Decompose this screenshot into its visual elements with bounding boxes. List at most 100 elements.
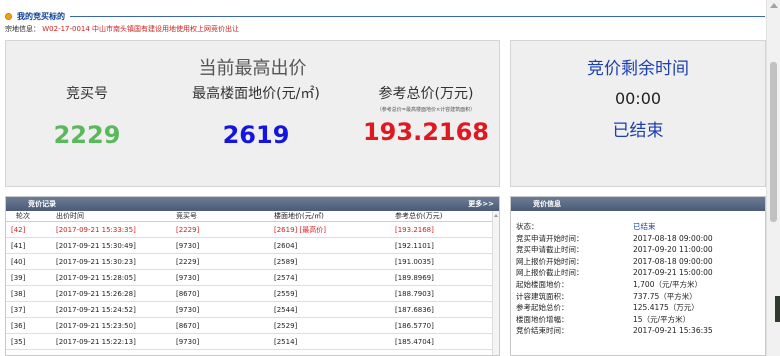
info-row: 竞买申请截止时间： 2017-09-20 11:00:00 bbox=[516, 244, 761, 256]
current-highest-bid-panel: 当前最高出价 竞买号 2229 最高楼面地价(元/㎡) 2619 参考总价(万元… bbox=[5, 40, 500, 187]
bid-number-value: 2229 bbox=[53, 121, 121, 149]
bid-records-panel: 竞价记录 更多>> 轮次 出价时间 竞买号 楼面地价(元/㎡) 参考总价(万元)… bbox=[5, 196, 500, 356]
more-records-link[interactable]: 更多>> bbox=[468, 197, 494, 211]
info-row: 楼面地价增幅： 15（元/平方米） bbox=[516, 314, 761, 326]
info-value: 125.4175（万元） bbox=[633, 303, 699, 313]
cell-floor-price: [2544] bbox=[274, 306, 298, 314]
table-row: [36] [2017-09-21 15:23:50] [8670] [2529] [18… bbox=[6, 318, 494, 334]
cell-time: [2017-09-21 15:30:49] bbox=[56, 242, 136, 250]
info-value: 2017-08-18 09:00:00 bbox=[633, 256, 713, 266]
info-value: 737.75（平方米） bbox=[633, 291, 697, 301]
subject-info: 宗地信息： W02-17-0014 中山市南头镇国有建设用地使用权上网竞价出让 bbox=[5, 24, 239, 34]
info-row: 起始楼面地价： 1,700（元/平方米） bbox=[516, 279, 761, 291]
section-title-bar: 我的竞买标的 bbox=[5, 11, 765, 22]
info-value: 2017-09-21 15:00:00 bbox=[633, 268, 713, 278]
cell-total: [188.7903] bbox=[395, 290, 434, 298]
cell-time: [2017-09-21 15:28:05] bbox=[56, 274, 136, 282]
cell-floor-price: [2559] bbox=[274, 290, 298, 298]
cell-round: [36] bbox=[11, 322, 26, 330]
col-header-round: 轮次 bbox=[16, 212, 30, 220]
cell-round: [37] bbox=[11, 306, 26, 314]
floor-price-value: 2619 bbox=[222, 121, 290, 149]
cell-total: [187.6836] bbox=[395, 306, 434, 314]
table-row: [37] [2017-09-21 15:24:52] [9730] [2544] [18… bbox=[6, 302, 494, 318]
cell-round: [40] bbox=[11, 258, 26, 266]
auction-status: 已结束 bbox=[612, 121, 664, 141]
info-row: 状态： 已结束 bbox=[516, 221, 761, 233]
info-key: 网上报价截止时间： bbox=[516, 268, 584, 278]
table-header-row: 轮次 出价时间 竞买号 楼面地价(元/㎡) 参考总价(万元) bbox=[6, 211, 494, 222]
info-row: 参考起始总价： 125.4175（万元） bbox=[516, 302, 761, 314]
bid-records-title: 竞价记录 bbox=[28, 200, 56, 208]
info-key: 参考起始总价： bbox=[516, 303, 569, 313]
cell-floor-price: [2619] [最高价] bbox=[274, 226, 326, 234]
info-key: 竞买申请截止时间： bbox=[516, 245, 584, 255]
cell-bid-no: [2229] bbox=[176, 258, 200, 266]
bid-records-table: 轮次 出价时间 竞买号 楼面地价(元/㎡) 参考总价(万元) [42] [2017… bbox=[6, 211, 494, 355]
table-row: [38] [2017-09-21 15:26:28] [8670] [2559] [18… bbox=[6, 286, 494, 302]
cell-time: [2017-09-21 15:24:52] bbox=[56, 306, 136, 314]
col-header-total: 参考总价(万元) bbox=[395, 212, 443, 220]
floor-price-column: 最高楼面地价(元/㎡) 2619 bbox=[186, 83, 326, 149]
cell-total: [193.2168] bbox=[395, 226, 434, 234]
info-row: 竞价结束时间： 2017-09-21 15:36:35 bbox=[516, 325, 761, 337]
info-value: 1,700（元/平方米） bbox=[633, 279, 702, 289]
records-scroll-up-icon[interactable] bbox=[494, 214, 498, 217]
info-value: 2017-08-18 09:00:00 bbox=[633, 233, 713, 243]
auction-info-panel: 竞价信息 状态： 已结束 竞买申请开始时间： 2017-08-18 09:00:00 竞… bbox=[510, 196, 766, 356]
cell-total: [192.1101] bbox=[395, 242, 434, 250]
info-value: 已结束 bbox=[633, 222, 656, 231]
info-value: 15（元/平方米） bbox=[633, 314, 691, 324]
cell-round: [41] bbox=[11, 242, 26, 250]
reference-total-column: 参考总价(万元) （参考总价=最高楼面地价×计容建筑面积） 193.2168 bbox=[356, 83, 496, 146]
cell-round: [39] bbox=[11, 274, 26, 282]
table-row: [42] [2017-09-21 15:33:35] [2229] [2619] [最… bbox=[6, 222, 494, 238]
remaining-time-panel: 竞价剩余时间 00:00 已结束 bbox=[510, 40, 766, 187]
subject-value: W02-17-0014 中山市南头镇国有建设用地使用权上网竞价出让 bbox=[42, 25, 240, 33]
auction-info-header: 竞价信息 bbox=[511, 197, 765, 211]
cell-bid-no: [2229] bbox=[176, 226, 200, 234]
bid-number-label: 竞买号 bbox=[66, 86, 108, 102]
cell-time: [2017-09-21 15:22:13] bbox=[56, 338, 136, 346]
cell-time: [2017-09-21 15:33:35] bbox=[56, 226, 136, 234]
auction-info-list: 状态： 已结束 竞买申请开始时间： 2017-08-18 09:00:00 竞买申请截止… bbox=[516, 221, 761, 337]
table-row: [40] [2017-09-21 15:30:23] [2229] [2589] [19… bbox=[6, 254, 494, 270]
col-header-floor-price: 楼面地价(元/㎡) bbox=[274, 212, 324, 220]
cell-bid-no: [9730] bbox=[176, 338, 200, 346]
cell-floor-price: [2589] bbox=[274, 258, 298, 266]
cell-total: [185.4704] bbox=[395, 338, 434, 346]
bid-records-header: 竞价记录 更多>> bbox=[6, 197, 499, 211]
remaining-time-heading: 竞价剩余时间 bbox=[587, 59, 689, 79]
col-header-time: 出价时间 bbox=[56, 212, 84, 220]
table-row: [35] [2017-09-21 15:22:13] [9730] [2514] [18… bbox=[6, 334, 494, 350]
reference-total-value: 193.2168 bbox=[362, 118, 489, 146]
cell-bid-no: [9730] bbox=[176, 242, 200, 250]
orange-dot-icon bbox=[5, 13, 12, 20]
cell-round: [35] bbox=[11, 338, 26, 346]
info-row: 网上报价开始时间： 2017-08-18 09:00:00 bbox=[516, 256, 761, 268]
title-divider bbox=[70, 16, 765, 17]
cell-total: [191.0035] bbox=[395, 258, 434, 266]
scrollbar-thumb[interactable] bbox=[770, 62, 777, 222]
cell-bid-no: [9730] bbox=[176, 274, 200, 282]
cell-time: [2017-09-21 15:26:28] bbox=[56, 290, 136, 298]
cell-floor-price: [2529] bbox=[274, 322, 298, 330]
cell-floor-price: [2574] bbox=[274, 274, 298, 282]
price-panel-heading: 当前最高出价 bbox=[198, 58, 307, 79]
reference-total-label: 参考总价(万元) bbox=[378, 86, 474, 102]
scroll-up-arrow-icon[interactable] bbox=[770, 3, 778, 8]
floor-price-label: 最高楼面地价(元/㎡) bbox=[192, 86, 320, 102]
records-scrollbar[interactable] bbox=[492, 211, 499, 355]
side-float-tab[interactable] bbox=[775, 296, 780, 322]
cell-total: [189.8969] bbox=[395, 274, 434, 282]
cell-bid-no: [9730] bbox=[176, 306, 200, 314]
info-value: 2017-09-20 11:00:00 bbox=[633, 245, 713, 255]
info-row: 计容建筑面积： 737.75（平方米） bbox=[516, 291, 761, 303]
reference-total-note: （参考总价=最高楼面地价×计容建筑面积） bbox=[376, 107, 476, 113]
info-key: 竞价结束时间： bbox=[516, 326, 569, 336]
cell-time: [2017-09-21 15:23:50] bbox=[56, 322, 136, 330]
section-title: 我的竞买标的 bbox=[17, 12, 65, 21]
info-row: 网上报价截止时间： 2017-09-21 15:00:00 bbox=[516, 267, 761, 279]
cell-time: [2017-09-21 15:30:23] bbox=[56, 258, 136, 266]
bid-number-column: 竞买号 2229 bbox=[28, 83, 146, 149]
